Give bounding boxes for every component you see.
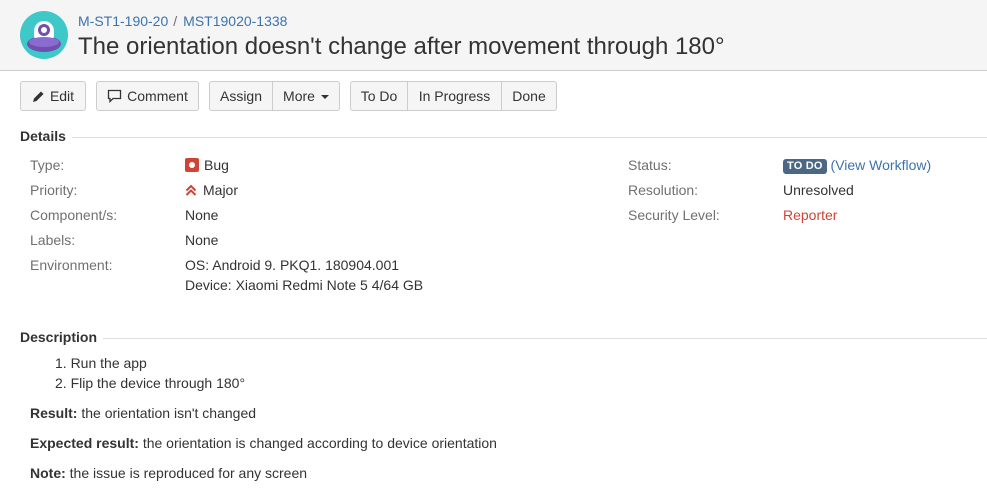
environment-device: Device: Xiaomi Redmi Note 5 4/64 GB	[185, 277, 424, 293]
result-label: Result:	[30, 405, 78, 421]
step-item: 2. Flip the device through 180°	[55, 375, 246, 391]
page-title: The orientation doesn't change after mov…	[78, 33, 725, 60]
details-heading[interactable]: Details	[20, 128, 66, 144]
edit-button-label: Edit	[49, 88, 75, 104]
view-workflow-link[interactable]: View Workflow	[835, 157, 926, 173]
more-button[interactable]: More	[273, 81, 340, 111]
status-label: Status:	[628, 157, 672, 173]
components-value: None	[185, 207, 219, 223]
step-item: 1. Run the app	[55, 355, 147, 371]
comment-button[interactable]: Comment	[96, 81, 199, 111]
type-value: Bug	[185, 157, 229, 173]
breadcrumb-project-link[interactable]: M-ST1-190-20	[78, 13, 168, 29]
environment-label: Environment:	[30, 257, 113, 273]
priority-label: Priority:	[30, 182, 78, 198]
status-value: TO DO (View Workflow)	[783, 157, 931, 174]
expected-result-paragraph: Expected result: the orientation is chan…	[30, 435, 497, 451]
done-button-label: Done	[512, 88, 546, 104]
type-label: Type:	[30, 157, 65, 173]
priority-value-text: Major	[203, 182, 239, 198]
major-priority-icon	[185, 184, 197, 196]
result-text: the orientation isn't changed	[77, 405, 257, 421]
security-level-value: Reporter	[783, 207, 838, 223]
resolution-label: Resolution:	[628, 182, 699, 198]
to-do-button[interactable]: To Do	[350, 81, 408, 111]
view-workflow-close-paren: )	[926, 157, 932, 173]
issue-header: M-ST1-190-20 / MST19020-1338 The orientati…	[0, 0, 987, 71]
edit-button[interactable]: Edit	[20, 81, 86, 111]
components-label: Component/s:	[30, 207, 118, 223]
breadcrumb-separator: /	[173, 13, 178, 29]
security-level-label: Security Level:	[628, 207, 720, 223]
environment-os: OS: Android 9. PKQ1. 180904.001	[185, 257, 400, 273]
project-avatar-icon[interactable]	[20, 11, 68, 59]
result-paragraph: Result: the orientation isn't changed	[30, 405, 256, 421]
assign-button[interactable]: Assign	[209, 81, 273, 111]
breadcrumb: M-ST1-190-20 / MST19020-1338	[78, 13, 287, 29]
done-button[interactable]: Done	[502, 81, 557, 111]
labels-label: Labels:	[30, 232, 76, 248]
status-badge: TO DO	[783, 159, 827, 174]
note-paragraph: Note: the issue is reproduced for any sc…	[30, 465, 307, 481]
more-button-label: More	[283, 88, 315, 104]
note-label: Note:	[30, 465, 66, 481]
breadcrumb-issue-key-link[interactable]: MST19020-1338	[183, 13, 287, 29]
pencil-icon	[32, 91, 44, 102]
labels-value: None	[185, 232, 219, 248]
assign-button-label: Assign	[219, 88, 263, 104]
resolution-value: Unresolved	[783, 182, 854, 198]
in-progress-button-label: In Progress	[418, 88, 491, 104]
bug-icon	[185, 158, 199, 172]
note-text: the issue is reproduced for any screen	[65, 465, 308, 481]
comment-button-label: Comment	[127, 88, 188, 104]
chevron-down-icon	[320, 95, 329, 99]
speech-bubble-icon	[108, 89, 122, 103]
description-divider	[103, 338, 987, 339]
to-do-button-label: To Do	[360, 88, 398, 104]
priority-value: Major	[185, 182, 238, 198]
type-value-text: Bug	[204, 157, 229, 173]
expected-result-label: Expected result:	[30, 435, 139, 451]
in-progress-button[interactable]: In Progress	[408, 81, 502, 111]
details-divider	[72, 137, 987, 138]
description-heading[interactable]: Description	[20, 329, 97, 345]
expected-result-text: the orientation is changed according to …	[138, 435, 497, 451]
